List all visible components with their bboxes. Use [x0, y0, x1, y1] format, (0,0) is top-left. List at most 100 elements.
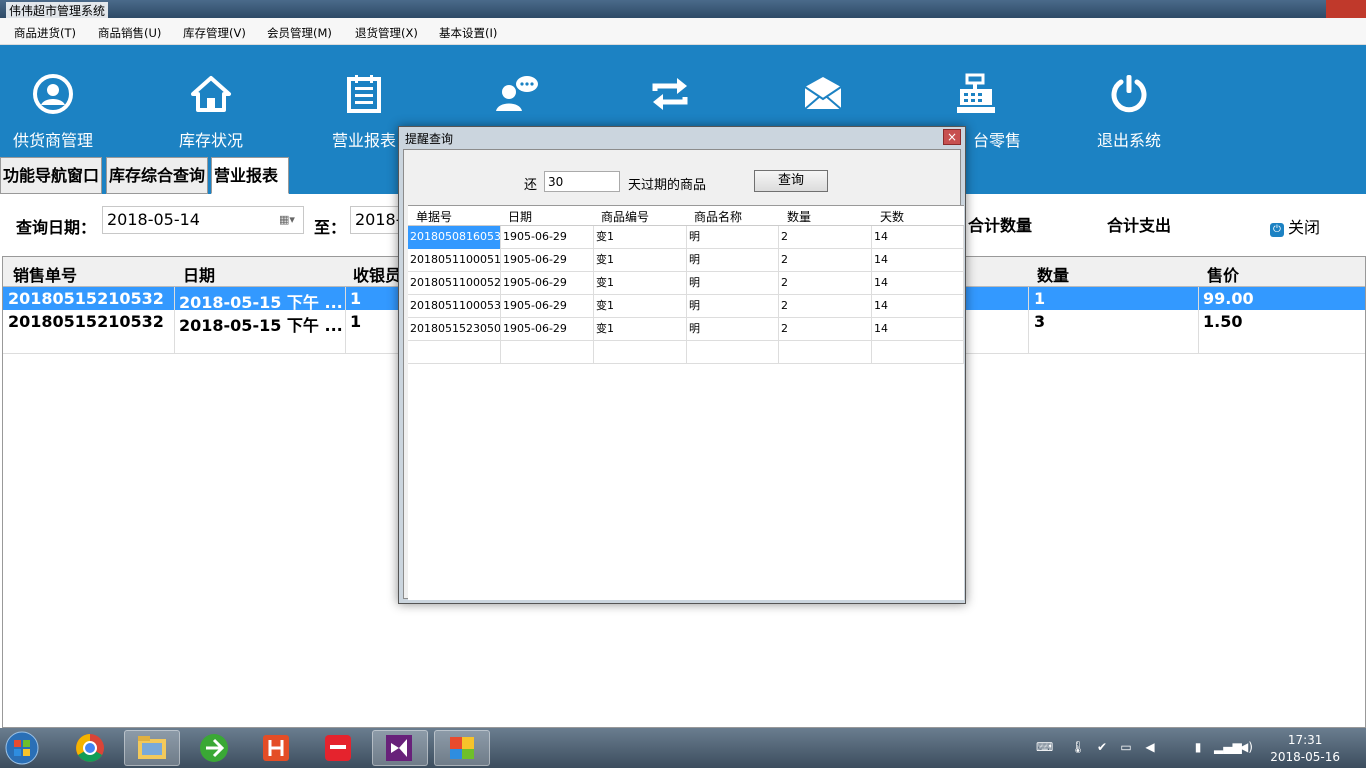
signal-icon[interactable]: ▂▄▆: [1214, 740, 1242, 756]
cell-date: 1905-06-29: [501, 226, 594, 249]
cell-days: 14: [872, 249, 964, 272]
expiry-table-header: 单据号 日期 商品编号 商品名称 数量 天数: [408, 206, 964, 226]
cell-doc-id: 20180511000534: [408, 295, 501, 318]
home-icon: [191, 76, 231, 112]
col-header-doc-id[interactable]: 单据号: [416, 208, 452, 225]
battery-icon[interactable]: ▮: [1190, 740, 1206, 756]
power-small-icon: ⏻: [1270, 223, 1284, 237]
table-row[interactable]: 20180511000520 1905-06-29 变1 明 2 14: [408, 272, 964, 295]
col-header-date[interactable]: 日期: [508, 208, 532, 225]
reminder-dialog: 提醒查询 × 还 30 天过期的商品 查询 单据号 日期 商品编号 商品名称 数…: [398, 126, 966, 604]
cell-product-code: 变1: [594, 272, 687, 295]
cell-empty: [779, 341, 872, 364]
dialog-query-button[interactable]: 查询: [754, 170, 828, 192]
cell-qty: 2: [779, 249, 872, 272]
taskbar-h-app-button[interactable]: [248, 730, 304, 766]
speaker-icon[interactable]: ◀): [1238, 740, 1254, 756]
from-date-picker[interactable]: 2018-05-14 ▦▾: [102, 206, 304, 234]
table-row[interactable]: 20180515230507 1905-06-29 变1 明 2 14: [408, 318, 964, 341]
toolbar-stock-button[interactable]: 库存状况: [146, 73, 276, 153]
menu-purchase[interactable]: 商品进货(T): [14, 25, 76, 41]
days-input-value: 30: [548, 175, 564, 189]
cell-qty: 2: [779, 226, 872, 249]
col-header-qty[interactable]: 数量: [787, 208, 811, 225]
days-suffix-label: 天过期的商品: [628, 178, 707, 193]
cell-product-code: 变1: [594, 226, 687, 249]
cell-cashier: 1: [350, 312, 362, 331]
file-explorer-icon: [138, 736, 166, 759]
cell-days: 14: [872, 226, 964, 249]
cell-date: 1905-06-29: [501, 295, 594, 318]
menu-returns[interactable]: 退货管理(X): [355, 25, 418, 41]
from-date-value: 2018-05-14: [107, 210, 200, 229]
tab-navigation[interactable]: 功能导航窗口: [0, 157, 103, 194]
taskbar-vs-button[interactable]: [372, 730, 428, 766]
cash-register-icon: [957, 73, 995, 113]
taskbar-app-button[interactable]: [434, 730, 490, 766]
menu-bar: 商品进货(T) 商品销售(U) 库存管理(V) 会员管理(M) 退货管理(X) …: [0, 18, 1366, 45]
table-row-empty[interactable]: [408, 341, 964, 364]
window-close-button[interactable]: [1326, 0, 1366, 18]
table-row[interactable]: 20180511000512 1905-06-29 变1 明 2 14: [408, 249, 964, 272]
col-header-sale-id[interactable]: 销售单号: [13, 262, 77, 286]
menu-inventory[interactable]: 库存管理(V): [183, 25, 246, 41]
toolbar-supplier-button[interactable]: 供货商管理: [0, 73, 118, 153]
taskbar-youdao-button[interactable]: [310, 730, 366, 766]
col-header-date[interactable]: 日期: [183, 262, 215, 286]
start-button[interactable]: [4, 730, 48, 766]
tab-stock-query[interactable]: 库存综合查询: [106, 157, 209, 194]
cell-doc-id: 20180511000512: [408, 249, 501, 272]
clock-date: 2018-05-16: [1270, 750, 1340, 764]
cell-empty: [594, 341, 687, 364]
toolbar-exit-button[interactable]: 退出系统: [1064, 73, 1194, 153]
col-header-product-code[interactable]: 商品编号: [601, 208, 649, 225]
taskbar-chrome-button[interactable]: [62, 730, 118, 766]
cell-product-name: 明: [687, 272, 779, 295]
keyboard-icon[interactable]: ⌨: [1036, 740, 1053, 756]
user-circle-icon: [33, 74, 73, 114]
cell-date: 1905-06-29: [501, 272, 594, 295]
dialog-close-button[interactable]: ×: [943, 129, 961, 145]
menu-members[interactable]: 会员管理(M): [267, 25, 332, 41]
thermometer-icon[interactable]: 🌡: [1070, 740, 1086, 756]
cell-empty: [408, 341, 501, 364]
col-header-product-name[interactable]: 商品名称: [694, 208, 742, 225]
taskbar-clock[interactable]: 17:31 2018-05-16: [1270, 732, 1340, 766]
security-shield-icon[interactable]: ✔: [1094, 740, 1110, 756]
menu-settings[interactable]: 基本设置(I): [439, 25, 497, 41]
cell-qty: 2: [779, 318, 872, 341]
col-header-days[interactable]: 天数: [880, 208, 904, 225]
close-report-button[interactable]: ⏻ 关闭: [1270, 214, 1320, 238]
tab-business-report[interactable]: 营业报表: [211, 157, 289, 194]
dialog-body: 还 30 天过期的商品 查询 单据号 日期 商品编号 商品名称 数量 天数 20…: [403, 149, 964, 600]
youdao-icon: [325, 735, 351, 761]
volume-icon[interactable]: ◀: [1142, 740, 1158, 756]
table-row[interactable]: 20180508160531 1905-06-29 变1 明 2 14: [408, 226, 964, 249]
report-icon: [347, 75, 381, 113]
envelope-icon: [804, 77, 842, 110]
sum-qty-label: 合计数量: [968, 216, 1033, 235]
cell-product-name: 明: [687, 318, 779, 341]
table-row[interactable]: 20180511000534 1905-06-29 变1 明 2 14: [408, 295, 964, 318]
cell-product-code: 变1: [594, 318, 687, 341]
col-header-qty[interactable]: 数量: [1037, 262, 1069, 286]
cell-product-name: 明: [687, 226, 779, 249]
exchange-icon: [652, 78, 688, 110]
menu-sales[interactable]: 商品销售(U): [98, 25, 161, 41]
days-input[interactable]: 30: [544, 171, 620, 192]
network-icon[interactable]: ▭: [1118, 740, 1134, 756]
taskbar-explorer-button[interactable]: [124, 730, 180, 766]
windows-start-icon: [5, 731, 39, 765]
col-header-cashier[interactable]: 收银员: [353, 262, 401, 286]
ie-green-icon: [200, 734, 228, 762]
sum-out-label: 合计支出: [1107, 216, 1172, 235]
h-app-icon: [263, 735, 289, 761]
taskbar-ie-button[interactable]: [186, 730, 242, 766]
col-header-price[interactable]: 售价: [1207, 262, 1239, 286]
col-divider: [345, 287, 346, 354]
cell-days: 14: [872, 272, 964, 295]
calendar-dropdown-icon[interactable]: ▦▾: [279, 213, 297, 227]
chrome-icon: [76, 734, 104, 762]
cell-qty: 2: [779, 272, 872, 295]
toolbar-label: 供货商管理: [12, 131, 93, 150]
